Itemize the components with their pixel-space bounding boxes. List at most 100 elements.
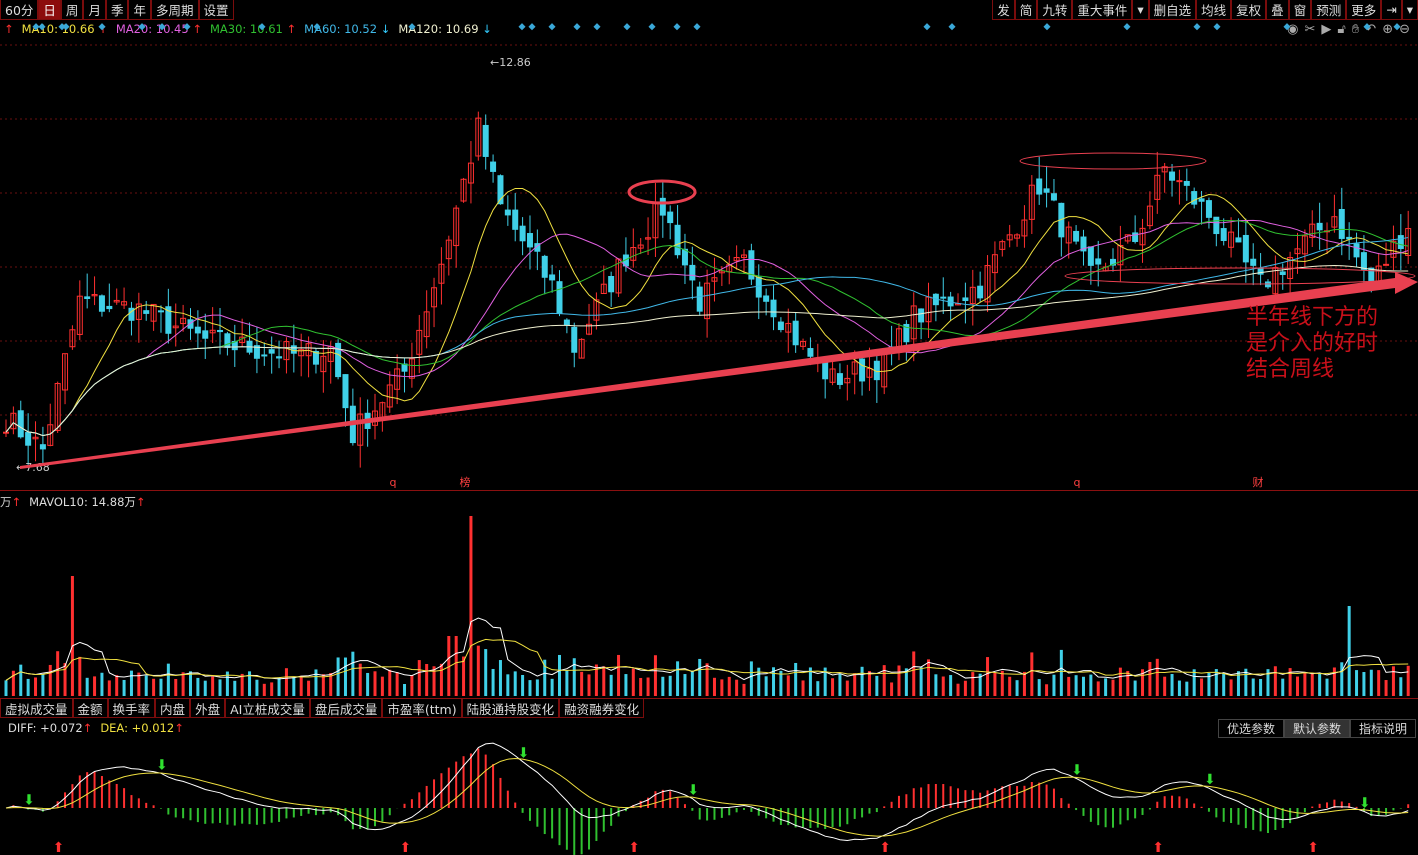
volume-bar	[277, 677, 281, 696]
candle	[704, 269, 711, 338]
candle	[342, 374, 349, 427]
toolbar-button[interactable]: 更多	[1346, 0, 1382, 20]
volume-bar	[122, 679, 126, 696]
volume-bar	[19, 664, 23, 696]
sell-arrow-icon: ⬇	[156, 757, 168, 773]
toolbar-button[interactable]: 预测	[1311, 0, 1347, 20]
candle	[1154, 151, 1161, 214]
candle	[726, 255, 733, 285]
indicator-tab[interactable]: AI立桩成交量	[225, 699, 310, 718]
period-tab[interactable]: 周	[60, 0, 84, 20]
volume-bar	[727, 676, 731, 696]
candle	[549, 264, 556, 293]
toolbar-button[interactable]: 简	[1014, 0, 1038, 20]
event-marker[interactable]: q	[390, 476, 397, 489]
candle	[290, 324, 297, 373]
price-chart[interactable]: ←12.86←7.68q 榜 q 财	[0, 20, 1418, 490]
toolbar-button[interactable]: 复权	[1231, 0, 1267, 20]
toolbar-button[interactable]: 叠	[1266, 0, 1289, 20]
candle	[1235, 218, 1242, 243]
signal-diamond	[948, 23, 956, 31]
param-button[interactable]: 指标说明	[1349, 719, 1416, 738]
period-tab[interactable]: 多周期	[150, 0, 199, 20]
volume-bar	[1273, 666, 1277, 696]
period-tab[interactable]: 月	[83, 0, 106, 20]
period-tab[interactable]: 60分	[0, 0, 39, 20]
volume-bar	[941, 676, 945, 696]
toolbar-button[interactable]: ▾	[1132, 0, 1149, 20]
signal-diamond	[158, 23, 166, 31]
volume-bar	[860, 666, 864, 696]
event-marker[interactable]: q	[1074, 476, 1081, 489]
candle	[571, 322, 578, 368]
volume-bar	[373, 671, 377, 696]
toolbar-button[interactable]: 均线	[1196, 0, 1232, 20]
volume-bar	[115, 675, 119, 696]
indicator-tab[interactable]: 盘后成交量	[309, 699, 383, 718]
volume-bar	[307, 680, 311, 696]
indicator-tab[interactable]: 金额	[72, 699, 108, 718]
candle	[1087, 246, 1094, 285]
period-tab[interactable]: 季	[105, 0, 129, 20]
candle	[150, 303, 157, 331]
up-arrow-icon: ↑	[11, 495, 22, 509]
signal-diamond	[673, 23, 681, 31]
candle	[335, 339, 342, 380]
period-tab[interactable]: 年	[128, 0, 151, 20]
macd-chart[interactable]: ⬇ ⬆ ⬇ ⬆ ⬇ ⬆ ⬇ ⬆ ⬇ ⬆ ⬇ ⬆ ⬇	[0, 738, 1418, 855]
candle	[1132, 215, 1139, 244]
candle	[1272, 255, 1279, 297]
param-button[interactable]: 默认参数	[1283, 719, 1350, 738]
signal-diamond	[1393, 23, 1401, 31]
indicator-tab[interactable]: 融资融券变化	[559, 699, 645, 718]
toolbar-button[interactable]: 发	[992, 0, 1015, 20]
candle	[1250, 243, 1257, 286]
volume-bar	[299, 675, 303, 696]
volume-bar	[934, 674, 938, 696]
candle	[394, 354, 401, 405]
volume-bar	[853, 673, 857, 696]
candle	[696, 281, 703, 316]
candle	[674, 205, 681, 259]
candle	[261, 342, 268, 366]
toolbar-button[interactable]: 九转	[1037, 0, 1073, 20]
event-marker[interactable]: 榜	[460, 475, 471, 489]
toolbar-button[interactable]: 删自选	[1148, 0, 1197, 20]
indicator-tab[interactable]: 陆股通持股变化	[461, 699, 560, 718]
volume-bar	[1355, 670, 1359, 696]
candle	[1309, 210, 1316, 248]
volume-bar	[4, 680, 8, 696]
candle	[467, 141, 474, 204]
volume-bar	[882, 665, 886, 696]
signal-diamond	[548, 23, 556, 31]
indicator-tab[interactable]: 外盘	[190, 699, 226, 718]
candle	[372, 393, 378, 440]
param-button[interactable]: 优选参数	[1217, 719, 1284, 738]
period-tab[interactable]: 日	[38, 0, 61, 20]
toolbar-button[interactable]: 重大事件	[1072, 0, 1133, 20]
candle	[999, 239, 1006, 257]
indicator-tab[interactable]: 市盈率(ttm)	[382, 699, 462, 718]
toolbar-button[interactable]: ▾	[1401, 0, 1418, 20]
candle	[3, 419, 9, 437]
volume-bar	[1303, 671, 1307, 696]
indicator-tab[interactable]: 内盘	[155, 699, 191, 718]
candle	[128, 301, 135, 336]
indicator-tabs: 虚拟成交量 金额 换手率 内盘 外盘 AI立桩成交量 盘后成交量 市盈率(ttm) 陆股通持股变…	[0, 699, 645, 718]
toolbar-button[interactable]: ⇥	[1381, 0, 1402, 20]
candle	[1169, 163, 1176, 197]
volume-bar	[211, 676, 215, 696]
volume-bar	[528, 680, 532, 696]
indicator-tab[interactable]: 换手率	[107, 699, 156, 718]
volume-chart[interactable]	[0, 508, 1418, 698]
toolbar-button[interactable]: 窗	[1288, 0, 1312, 20]
indicator-tab[interactable]: 虚拟成交量	[0, 699, 73, 718]
candle	[637, 238, 644, 255]
volume-bar	[927, 659, 930, 696]
volume-bar	[550, 678, 554, 696]
volume-bar	[144, 675, 148, 696]
event-marker[interactable]: 财	[1253, 475, 1264, 489]
volume-bar	[609, 674, 613, 696]
sell-arrow-icon: ⬇	[1359, 795, 1371, 811]
period-tab[interactable]: 设置	[198, 0, 234, 20]
